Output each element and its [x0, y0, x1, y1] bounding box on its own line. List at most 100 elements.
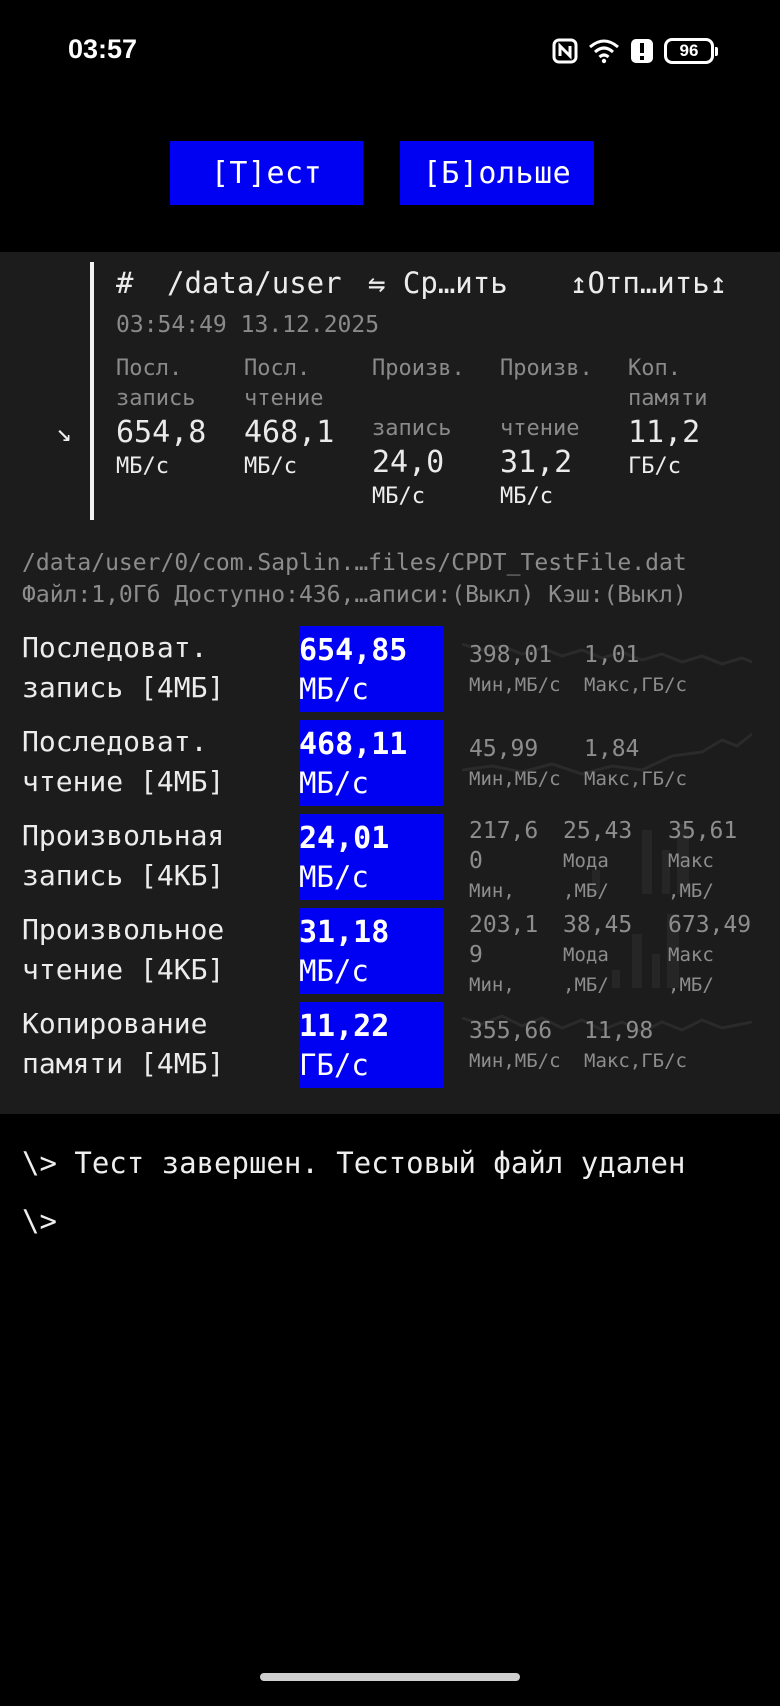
result-name-line: Произвольная [22, 819, 225, 852]
test-file-info: Файл:1,0Гб Доступно:436,…аписи:(Выкл) Кэ… [22, 582, 687, 608]
summary-rand-read: Произв. чтение 31,2 МБ/с [500, 354, 620, 512]
result-stat: 11,98 Макс,ГБ/с [584, 1016, 687, 1076]
result-row-rand-write: Произвольная запись [4КБ] 24,01 МБ/с 217… [0, 814, 780, 902]
result-stat: 673,49 Макс ,МБ/ [668, 910, 751, 1000]
result-unit: МБ/с [299, 672, 369, 706]
status-time: 03:57 [68, 34, 138, 64]
stat-label: Макс,ГБ/с [584, 674, 687, 696]
summary-label: Произв. [500, 356, 593, 381]
result-name: Последоват. запись [4МБ] [22, 628, 224, 708]
stat-value: 45,99 [469, 736, 539, 762]
stat-value: 38,45 [563, 912, 633, 938]
stat-value: 1,01 [584, 642, 640, 668]
summary-unit: ГБ/с [628, 454, 681, 479]
summary-path: /data/user [167, 266, 342, 300]
stat-label: Макс [668, 850, 714, 872]
result-unit: МБ/с [299, 860, 369, 894]
stat-label: ,МБ/ [563, 880, 609, 902]
result-value: 654,85 [299, 633, 408, 668]
summary-label: запись [372, 416, 452, 441]
result-stat: 35,61 Макс ,МБ/ [668, 816, 737, 906]
result-unit: МБ/с [299, 766, 369, 800]
stat-label: Мин,МБ/с [469, 1050, 561, 1072]
summary-value: 24,0 [372, 445, 445, 480]
result-row-rand-read: Произвольное чтение [4КБ] 31,18 МБ/с 203… [0, 908, 780, 996]
result-name-line: запись [4КБ] [22, 859, 225, 892]
stat-value: 1,84 [584, 736, 640, 762]
summary-value: 31,2 [500, 445, 573, 480]
stat-value: 0 [469, 848, 483, 874]
stat-label: Мин,МБ/с [469, 674, 561, 696]
stat-value: 203,1 [469, 912, 539, 938]
test-button[interactable]: [Т]ест [170, 141, 363, 205]
result-stat: 355,66 Мин,МБ/с [469, 1016, 561, 1076]
stat-label: Макс,ГБ/с [584, 768, 687, 790]
result-name: Последоват. чтение [4МБ] [22, 722, 224, 802]
result-stat: 203,1 9 Мин, [469, 910, 538, 1000]
result-value: 31,18 [299, 915, 390, 950]
result-stat: 1,84 Макс,ГБ/с [584, 734, 687, 794]
stat-label: ,МБ/ [668, 974, 714, 996]
stat-value: 25,43 [563, 818, 633, 844]
summary-divider [90, 262, 94, 520]
arrow-se-icon: ↘ [56, 418, 72, 448]
more-button[interactable]: [Б]ольше [400, 141, 594, 205]
result-value-box: 11,22 ГБ/с [299, 1002, 443, 1088]
result-value: 11,22 [299, 1009, 390, 1044]
compare-button[interactable]: ⇋ Ср…ить [368, 266, 508, 300]
alert-icon [630, 38, 654, 64]
summary-rand-write: Произв. запись 24,0 МБ/с [372, 354, 492, 512]
stat-value: 11,98 [584, 1018, 654, 1044]
summary-mem-copy: Коп. памяти 11,2 ГБ/с [628, 354, 748, 482]
result-value-box: 654,85 МБ/с [299, 626, 443, 712]
result-row-mem-copy: Копирование памяти [4МБ] 11,22 ГБ/с 355,… [0, 1002, 780, 1088]
wifi-icon [588, 38, 620, 64]
result-unit: ГБ/с [299, 1048, 369, 1082]
battery-icon: 96 [664, 38, 718, 64]
nfc-icon [552, 38, 578, 64]
result-name: Произвольное чтение [4КБ] [22, 910, 224, 990]
stat-value: 9 [469, 942, 483, 968]
result-stat: 38,45 Мода ,МБ/ [563, 910, 632, 1000]
stat-label: Мин, [469, 880, 515, 902]
summary-label: Посл. [244, 356, 311, 381]
stat-value: 35,61 [668, 818, 738, 844]
summary-value: 11,2 [628, 415, 701, 450]
summary-label: чтение [244, 386, 324, 411]
stat-label: Мода [563, 944, 609, 966]
summary-unit: МБ/с [244, 454, 297, 479]
send-button[interactable]: ↥Отп…ить↥ [570, 266, 727, 300]
stat-label: ,МБ/ [668, 880, 714, 902]
result-name-line: чтение [4КБ] [22, 953, 225, 986]
stat-label: Мода [563, 850, 609, 872]
result-name: Произвольная запись [4КБ] [22, 816, 224, 896]
summary-seq-write: Посл. запись 654,8 МБ/с [116, 354, 236, 482]
result-stat: 45,99 Мин,МБ/с [469, 734, 561, 794]
result-name-line: Последоват. [22, 725, 208, 758]
test-file-path: /data/user/0/com.Saplin.…files/CPDT_Test… [22, 550, 687, 576]
summary-unit: МБ/с [500, 484, 553, 509]
stat-value: 355,66 [469, 1018, 553, 1044]
result-value: 468,11 [299, 727, 408, 762]
stat-label: Макс,ГБ/с [584, 1050, 687, 1072]
summary-unit: МБ/с [116, 454, 169, 479]
results-panel: ↘ # /data/user ⇋ Ср…ить ↥Отп…ить↥ 03:54:… [0, 252, 780, 1114]
result-row-seq-write: Последоват. запись [4МБ] 654,85 МБ/с 398… [0, 626, 780, 712]
status-icons: 96 [552, 36, 718, 66]
result-name-line: Произвольное [22, 913, 225, 946]
result-unit: МБ/с [299, 954, 369, 988]
terminal-line: \> Тест завершен. Тестовый файл удален [22, 1146, 686, 1180]
stat-label: Мин,МБ/с [469, 768, 561, 790]
result-stat: 217,6 0 Мин, [469, 816, 538, 906]
summary-timestamp: 03:54:49 13.12.2025 [116, 312, 380, 338]
home-indicator[interactable] [260, 1673, 520, 1681]
stat-label: Макс [668, 944, 714, 966]
result-name-line: Копирование [22, 1007, 208, 1040]
result-value-box: 24,01 МБ/с [299, 814, 443, 900]
summary-label: Коп. [628, 356, 681, 381]
terminal-prompt[interactable]: \> [22, 1204, 57, 1238]
stat-value: 217,6 [469, 818, 539, 844]
result-row-seq-read: Последоват. чтение [4МБ] 468,11 МБ/с 45,… [0, 720, 780, 806]
summary-label: запись [116, 386, 196, 411]
summary-label: памяти [628, 386, 708, 411]
